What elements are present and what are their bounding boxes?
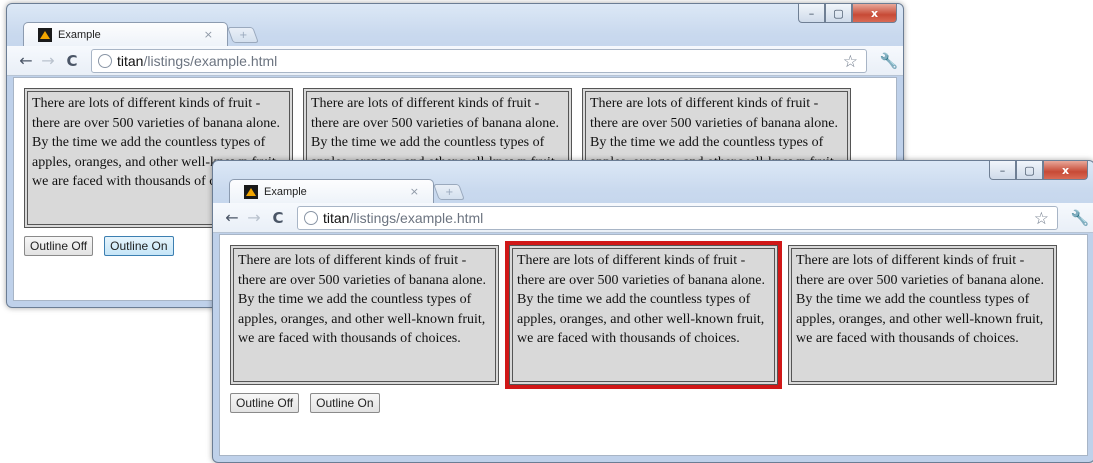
favicon-icon	[38, 27, 52, 42]
back-arrow-icon[interactable]: ←	[15, 51, 37, 70]
plus-icon: +	[444, 186, 454, 198]
favicon-icon	[244, 184, 258, 199]
tab-close-icon[interactable]: ×	[410, 185, 419, 198]
fruit-paragraph-outlined: There are lots of different kinds of fru…	[505, 241, 782, 389]
back-arrow-icon[interactable]: ←	[221, 208, 243, 227]
forward-arrow-icon[interactable]: →	[243, 208, 265, 227]
page-viewport: There are lots of different kinds of fru…	[219, 234, 1088, 456]
window-controls: – ▢ x	[798, 4, 897, 23]
tab-close-icon[interactable]: ×	[204, 28, 213, 41]
wrench-menu-icon[interactable]: 🔧	[1066, 209, 1093, 227]
outline-on-button[interactable]: Outline On	[310, 393, 380, 413]
navigation-toolbar: ← → C titan /listings/example.html ☆ 🔧	[213, 203, 1093, 233]
fruit-panels: There are lots of different kinds of fru…	[230, 241, 1067, 389]
close-window-button[interactable]: x	[1043, 161, 1088, 180]
url-path: /listings/example.html	[143, 52, 278, 69]
outline-off-button[interactable]: Outline Off	[230, 393, 300, 413]
browser-window-after: – ▢ x Example × + ← → C titan /listings/…	[212, 160, 1093, 463]
button-row: Outline Off Outline On	[230, 393, 380, 413]
button-row: Outline Off Outline On	[24, 236, 174, 256]
maximize-button[interactable]: ▢	[825, 4, 852, 23]
new-tab-button[interactable]: +	[433, 184, 465, 200]
reload-icon[interactable]: C	[267, 209, 289, 227]
address-bar[interactable]: titan /listings/example.html ☆	[91, 48, 867, 73]
bookmark-star-icon[interactable]: ☆	[843, 52, 858, 72]
close-window-button[interactable]: x	[852, 4, 897, 23]
fruit-paragraph: There are lots of different kinds of fru…	[788, 245, 1057, 385]
minimize-button[interactable]: –	[798, 4, 825, 23]
new-tab-button[interactable]: +	[227, 27, 259, 43]
page-info-icon[interactable]	[98, 53, 112, 68]
url-host: titan	[323, 209, 350, 226]
wrench-menu-icon[interactable]: 🔧	[875, 52, 903, 70]
window-controls: – ▢ x	[989, 161, 1088, 180]
tab-title: Example	[58, 28, 101, 41]
outline-on-button[interactable]: Outline On	[104, 236, 174, 256]
tab-example[interactable]: Example ×	[229, 179, 434, 203]
page-info-icon[interactable]	[304, 210, 318, 225]
navigation-toolbar: ← → C titan /listings/example.html ☆ 🔧	[7, 46, 903, 76]
bookmark-star-icon[interactable]: ☆	[1034, 209, 1049, 229]
tab-strip: Example × +	[15, 22, 415, 46]
tab-example[interactable]: Example ×	[23, 22, 228, 46]
url-path: /listings/example.html	[349, 209, 484, 226]
url-host: titan	[117, 52, 144, 69]
minimize-button[interactable]: –	[989, 161, 1016, 180]
tab-strip: Example × +	[221, 179, 621, 203]
plus-icon: +	[238, 29, 248, 41]
maximize-button[interactable]: ▢	[1016, 161, 1043, 180]
fruit-paragraph: There are lots of different kinds of fru…	[230, 245, 499, 385]
forward-arrow-icon[interactable]: →	[37, 51, 59, 70]
reload-icon[interactable]: C	[61, 52, 83, 70]
tab-title: Example	[264, 185, 307, 198]
outline-off-button[interactable]: Outline Off	[24, 236, 94, 256]
address-bar[interactable]: titan /listings/example.html ☆	[297, 205, 1058, 230]
